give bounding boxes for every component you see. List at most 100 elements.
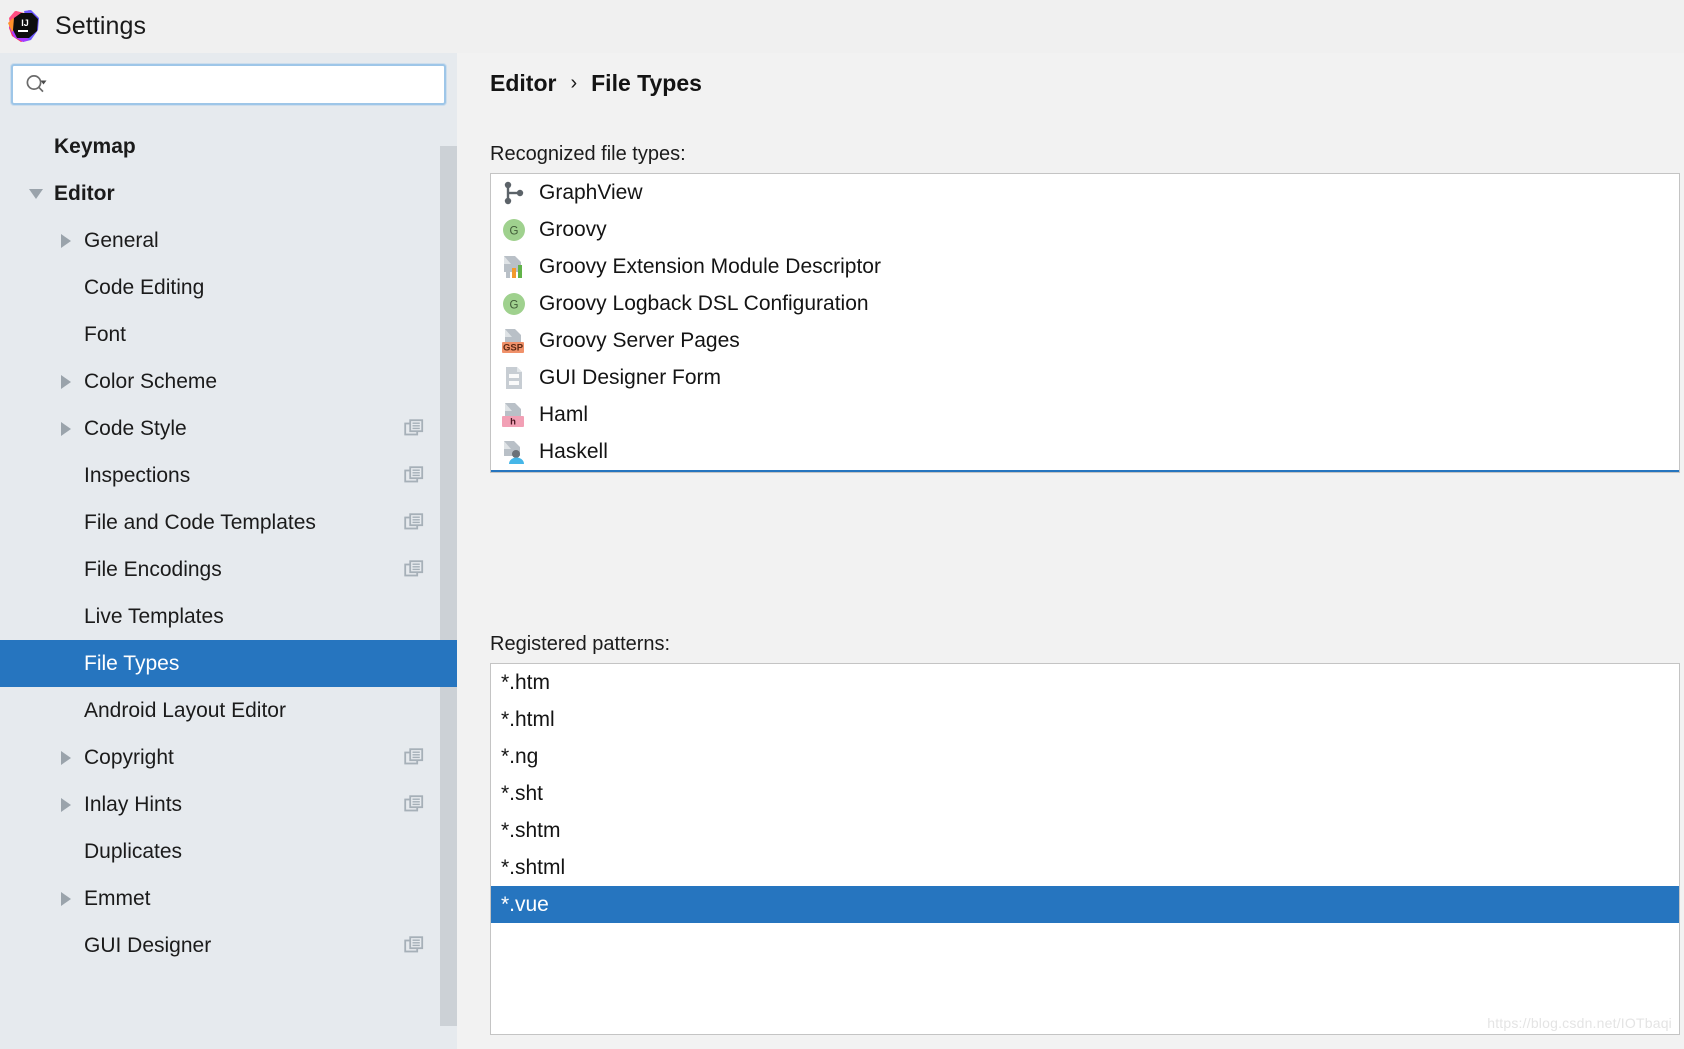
registered-patterns-list[interactable]: *.htm *.html *.ng *.sht *.shtm *.shtml *.vue — [490, 663, 1680, 1035]
sidebar-item-font[interactable]: Font — [0, 311, 457, 358]
sidebar-item-label: Inspections — [84, 463, 191, 487]
sidebar-item-label: Live Templates — [84, 604, 224, 628]
recognized-file-types-list[interactable]: GraphView G Groovy Groovy Extension Module … — [490, 173, 1680, 473]
sidebar-item-inspections[interactable]: Inspections — [0, 452, 457, 499]
groovy-circle-icon: G — [501, 217, 527, 243]
sidebar-item-duplicates[interactable]: Duplicates — [0, 828, 457, 875]
settings-tree-rows: Keymap Editor General Code Editing Font Color… — [0, 123, 457, 969]
chart-file-icon — [501, 254, 527, 280]
sidebar-item-inlay-hints[interactable]: Inlay Hints — [0, 781, 457, 828]
sidebar-item-label: General — [84, 228, 159, 252]
sidebar-item-file-and-code-templates[interactable]: File and Code Templates — [0, 499, 457, 546]
file-type-row[interactable]: G Groovy Logback DSL Configuration — [491, 285, 1679, 322]
patterns-rows-container: *.htm *.html *.ng *.sht *.shtm *.shtml *.vue — [491, 664, 1679, 923]
pattern-row[interactable]: *.shtml — [491, 849, 1679, 886]
chevron-right-icon: › — [570, 72, 578, 94]
sidebar-item-color-scheme[interactable]: Color Scheme — [0, 358, 457, 405]
groovy-circle-icon: G — [501, 291, 527, 317]
file-type-row[interactable]: Groovy Extension Module Descriptor — [491, 248, 1679, 285]
file-type-row[interactable]: GUI Designer Form — [491, 359, 1679, 396]
file-type-row[interactable]: GSP Groovy Server Pages — [491, 322, 1679, 359]
search-box[interactable] — [11, 64, 446, 105]
search-container — [0, 53, 457, 105]
sidebar-item-label: Color Scheme — [84, 369, 218, 393]
file-type-name: Groovy Extension Module Descriptor — [539, 254, 881, 278]
pattern-text: *.html — [501, 707, 555, 731]
file-type-row[interactable]: GraphView — [491, 174, 1679, 211]
haml-file-icon: h — [501, 402, 527, 428]
file-type-name: Haml — [539, 402, 589, 426]
pattern-row[interactable]: *.vue — [491, 886, 1679, 923]
settings-content: Editor › File Types Recognized file type… — [457, 53, 1684, 1049]
sidebar-item-label: Duplicates — [84, 839, 183, 863]
gsp-file-icon: GSP — [501, 328, 527, 354]
chevron-down-icon[interactable] — [24, 182, 48, 206]
chevron-right-icon[interactable] — [54, 370, 78, 394]
pattern-row[interactable]: *.htm — [491, 664, 1679, 701]
sidebar-item-gui-designer[interactable]: GUI Designer — [0, 922, 457, 969]
window-title: Settings — [55, 11, 147, 40]
sidebar-item-label: Inlay Hints — [84, 792, 183, 816]
sidebar-item-code-editing[interactable]: Code Editing — [0, 264, 457, 311]
svg-text:GSP: GSP — [503, 342, 524, 353]
chevron-right-icon[interactable] — [54, 887, 78, 911]
file-type-name: GraphView — [539, 180, 643, 204]
pattern-row[interactable]: *.ng — [491, 738, 1679, 775]
file-type-row[interactable]: h Haml — [491, 396, 1679, 433]
sidebar-item-emmet[interactable]: Emmet — [0, 875, 457, 922]
sidebar-item-label: Code Style — [84, 416, 187, 440]
sidebar-item-label: Keymap — [54, 134, 136, 158]
file-type-row[interactable]: HHTML — [491, 470, 1679, 472]
file-type-row[interactable]: Haskell — [491, 433, 1679, 470]
search-icon — [23, 72, 49, 98]
pattern-text: *.shtm — [501, 818, 561, 842]
sidebar-item-editor[interactable]: Editor — [0, 170, 457, 217]
graph-branch-icon — [501, 180, 527, 206]
pattern-text: *.ng — [501, 744, 539, 768]
sidebar-item-file-types[interactable]: File Types — [0, 640, 457, 687]
file-type-name: Groovy Server Pages — [539, 328, 740, 352]
copy-icon — [404, 747, 424, 768]
pattern-row[interactable]: *.html — [491, 701, 1679, 738]
settings-tree[interactable]: Keymap Editor General Code Editing Font Color… — [0, 123, 457, 1049]
svg-text:G: G — [510, 299, 519, 311]
title-bar: IJ Settings — [0, 0, 1684, 53]
file-type-row[interactable]: G Groovy — [491, 211, 1679, 248]
search-input[interactable] — [53, 66, 434, 103]
sidebar-item-android-layout-editor[interactable]: Android Layout Editor — [0, 687, 457, 734]
breadcrumb-root[interactable]: Editor — [490, 70, 556, 97]
pattern-row[interactable]: *.shtm — [491, 812, 1679, 849]
recognized-file-types-label: Recognized file types: — [490, 143, 686, 165]
chevron-right-icon[interactable] — [54, 417, 78, 441]
chevron-right-icon[interactable] — [54, 793, 78, 817]
sidebar-item-label: Copyright — [84, 745, 174, 769]
sidebar-item-live-templates[interactable]: Live Templates — [0, 593, 457, 640]
chevron-right-icon[interactable] — [54, 229, 78, 253]
sidebar-item-label: Code Editing — [84, 275, 205, 299]
svg-text:h: h — [510, 416, 516, 427]
copy-icon — [404, 465, 424, 486]
breadcrumb: Editor › File Types — [490, 70, 702, 97]
copy-icon — [404, 935, 424, 956]
intellij-idea-logo-icon: IJ — [7, 9, 41, 43]
settings-dialog: IJ Settings Keymap Editor General Code E… — [0, 0, 1684, 1049]
copy-icon — [404, 794, 424, 815]
sidebar-item-file-encodings[interactable]: File Encodings — [0, 546, 457, 593]
chevron-right-icon[interactable] — [54, 746, 78, 770]
haskell-person-icon — [501, 439, 527, 465]
sidebar-item-label: File Encodings — [84, 557, 222, 581]
pattern-row[interactable]: *.sht — [491, 775, 1679, 812]
registered-patterns-label: Registered patterns: — [490, 633, 671, 655]
sidebar-item-general[interactable]: General — [0, 217, 457, 264]
sidebar-item-label: File Types — [84, 651, 180, 675]
sidebar-item-keymap[interactable]: Keymap — [0, 123, 457, 170]
watermark: https://blog.csdn.net/IOTbaqi — [1487, 1015, 1672, 1031]
svg-text:IJ: IJ — [21, 18, 29, 28]
pattern-text: *.shtml — [501, 855, 566, 879]
copy-icon — [404, 512, 424, 533]
pattern-text: *.vue — [501, 892, 549, 916]
gui-form-file-icon — [501, 365, 527, 391]
sidebar-item-code-style[interactable]: Code Style — [0, 405, 457, 452]
sidebar-item-copyright[interactable]: Copyright — [0, 734, 457, 781]
breadcrumb-current: File Types — [591, 70, 702, 96]
